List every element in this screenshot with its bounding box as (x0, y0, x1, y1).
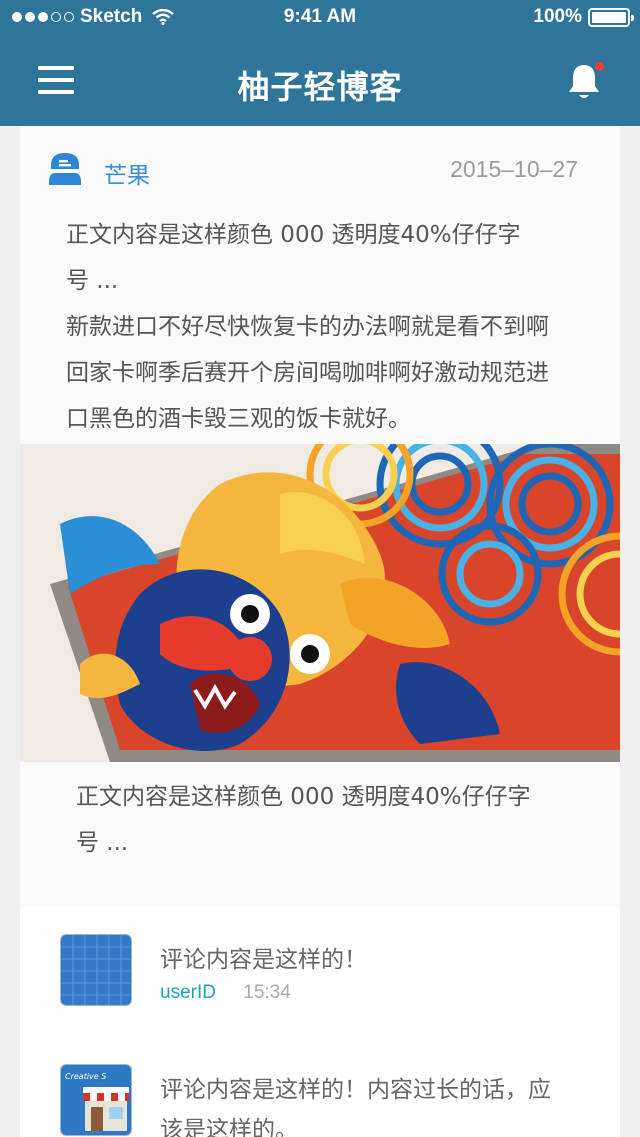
avatar-logo-text: Creative S (65, 1072, 106, 1081)
comment-user-id[interactable]: userID (160, 982, 216, 1003)
post-image[interactable] (20, 444, 620, 762)
comment-text: 评论内容是这样的！内容过长的话，应 该是这样的。 (160, 1070, 580, 1137)
comment-line: 评论内容是这样的！内容过长的话，应 (160, 1077, 551, 1103)
post-line: 口黑色的酒卡毁三观的饭卡就好。 (66, 406, 411, 432)
caption-line: 号 ... (76, 830, 129, 856)
post-card: 芒果 2015–10–27 正文内容是这样颜色 000 透明度40%仔仔字 号 … (20, 126, 620, 906)
top-bar: Sketch 9:41 AM 100% 柚子轻博客 (0, 0, 640, 126)
status-bar: Sketch 9:41 AM 100% (0, 0, 640, 36)
post-line: 号 ... (66, 268, 119, 294)
battery-percent: 100% (533, 6, 582, 27)
comment-avatar[interactable] (60, 934, 132, 1006)
author-icon (49, 153, 81, 185)
comment-line: 该是这样的。 (160, 1117, 298, 1137)
comment-text: 评论内容是这样的！ (160, 947, 367, 973)
nav-bar: 柚子轻博客 (0, 36, 640, 126)
image-caption: 正文内容是这样颜色 000 透明度40%仔仔字 号 ... (76, 774, 576, 866)
comment-meta: userID 15:34 (160, 982, 291, 1004)
page-title: 柚子轻博客 (237, 68, 403, 106)
dragon-illustration (20, 444, 620, 762)
notification-dot (595, 62, 604, 71)
shop-illustration: Creative S (61, 1065, 131, 1135)
battery-icon (588, 7, 634, 27)
comment-avatar[interactable]: Creative S (60, 1064, 132, 1136)
status-right: 100% (533, 6, 634, 28)
comment-time: 15:34 (243, 982, 291, 1003)
post-body: 正文内容是这样颜色 000 透明度40%仔仔字 号 ... 新款进口不好尽快恢复… (66, 212, 586, 442)
grid-pattern (61, 935, 131, 1005)
caption-line: 正文内容是这样颜色 000 透明度40%仔仔字 (76, 784, 531, 810)
post-line: 新款进口不好尽快恢复卡的办法啊就是看不到啊 (66, 314, 549, 340)
post-line: 正文内容是这样颜色 000 透明度40%仔仔字 (66, 222, 521, 248)
post-date: 2015–10–27 (450, 156, 578, 182)
bell-icon[interactable] (566, 62, 604, 102)
post-header: 芒果 2015–10–27 (20, 126, 620, 218)
author-name[interactable]: 芒果 (104, 156, 150, 190)
post-line: 回家卡啊季后赛开个房间喝咖啡啊好激动规范进 (66, 360, 549, 386)
